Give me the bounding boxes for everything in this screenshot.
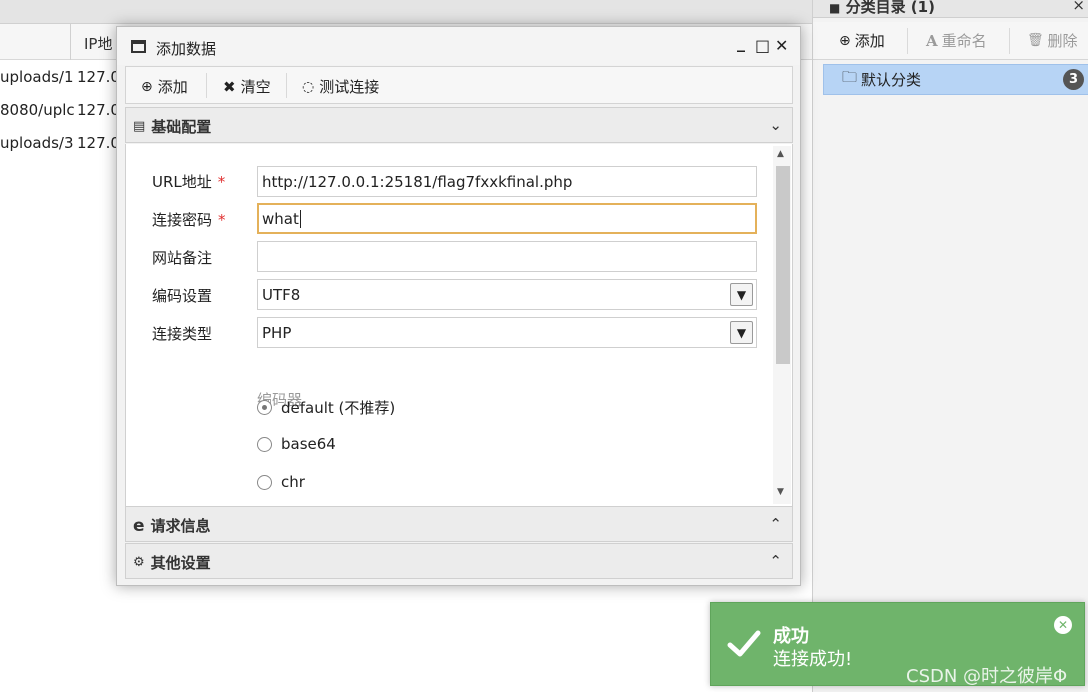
plus-circle-icon: ⊕ [839,32,851,49]
category-label: 默认分类 [861,71,922,89]
category-rename-button[interactable]: A 重命名 [926,30,987,51]
scroll-up-icon[interactable]: ▲ [777,149,784,159]
add-button[interactable]: ⊕ 添加 [141,76,188,97]
folder-icon: ■ [829,1,841,15]
radio-unchecked[interactable] [257,436,272,452]
panel-title: 其他设置 [150,554,211,572]
encoder-option-chr[interactable]: chr [257,473,305,491]
category-add-button[interactable]: ⊕ 添加 [839,30,885,51]
row-ip: 127.0 [77,101,120,119]
row-ip: 127.0 [77,134,120,152]
url-label: URL地址 * [152,173,226,191]
connection-type-label: 连接类型 [152,325,213,343]
checkmark-icon [727,630,761,657]
panel-header-request-info[interactable]: e 请求信息 ⌃ [125,506,793,542]
folder-outline-icon: 🗀 [842,68,858,86]
category-sidebar: ■ 分类目录 (1) × ⊕ 添加 A 重命名 🗑 删除 🗀 默认分类 3 [812,0,1088,692]
toast-close-icon[interactable]: ✕ [1054,616,1072,634]
connection-type-select[interactable]: PHP ▼ [257,317,757,348]
encoding-label: 编码设置 [152,287,213,305]
toast-message: 连接成功! [773,649,853,670]
encoder-option-default[interactable]: default (不推荐) [257,397,395,418]
column-separator[interactable] [70,24,71,60]
form-scrollbar[interactable]: ▲ ▼ [773,146,791,504]
note-label: 网站备注 [152,249,213,267]
file-text-icon: ▤ [133,119,146,134]
chevron-down-icon[interactable]: ▼ [730,283,753,306]
panel-title: 基础配置 [151,118,212,136]
category-delete-button[interactable]: 🗑 删除 [1027,30,1078,51]
chevron-up-icon[interactable]: ⌃ [769,552,782,570]
sidebar-toolbar: ⊕ 添加 A 重命名 🗑 删除 [813,22,1088,60]
sidebar-title-bar: ■ 分类目录 (1) × [813,0,1088,18]
row-ip: 127.0 [77,68,120,86]
radio-unchecked[interactable] [257,474,272,490]
category-count-badge: 3 [1063,69,1084,90]
test-connection-button[interactable]: ◌ 测试连接 [302,76,379,97]
row-url: uploads/1. [0,68,74,86]
basic-config-form: URL地址 * http://127.0.0.1:25181/flag7fxxkf… [125,144,793,506]
spinner-icon: ◌ [302,78,315,95]
close-button[interactable]: ✕ [775,36,788,55]
times-icon: ✖ [223,77,236,96]
dialog-title-bar[interactable]: 添加数据 _ □ ✕ [117,27,800,65]
dialog-title: 添加数据 [156,40,217,58]
panel-header-other-settings[interactable]: ⚙ 其他设置 ⌃ [125,543,793,579]
window-icon [131,40,146,53]
encoding-select[interactable]: UTF8 ▼ [257,279,757,310]
font-icon: A [926,31,938,50]
chevron-down-icon[interactable]: ⌄ [769,116,782,134]
toolbar-divider [907,28,908,54]
background-top-strip [0,0,812,24]
password-input[interactable]: what [257,203,757,234]
watermark: CSDN @时之彼岸Φ [906,666,1068,687]
chevron-down-icon[interactable]: ▼ [730,321,753,344]
toolbar-divider [206,73,207,98]
sidebar-title: ■ 分类目录 (1) [829,0,935,16]
cogs-icon: ⚙ [133,555,145,570]
plus-circle-icon: ⊕ [141,78,153,95]
add-data-dialog: 添加数据 _ □ ✕ ⊕ 添加 ✖ 清空 ◌ 测试连接 ▤ 基础配置 ⌄ URL… [116,26,801,586]
minimize-button[interactable]: _ [737,33,745,52]
toolbar-divider [286,73,287,98]
browser-e-icon: e [133,515,145,536]
sidebar-close-button[interactable]: × [1072,0,1085,14]
category-item-default[interactable]: 🗀 默认分类 3 [823,64,1088,95]
url-input[interactable]: http://127.0.0.1:25181/flag7fxxkfinal.ph… [257,166,757,197]
row-url: 8080/uplc [0,101,74,119]
password-label: 连接密码 * [152,211,226,229]
column-header-ip[interactable]: IP地 [84,33,112,54]
encoder-option-base64[interactable]: base64 [257,435,336,453]
maximize-button[interactable]: □ [755,36,770,55]
dialog-toolbar: ⊕ 添加 ✖ 清空 ◌ 测试连接 [125,66,793,104]
clear-button[interactable]: ✖ 清空 [223,76,271,97]
row-url: uploads/3. [0,134,74,152]
scroll-down-icon[interactable]: ▼ [777,487,784,497]
note-input[interactable] [257,241,757,272]
panel-title: 请求信息 [150,517,211,535]
radio-checked[interactable] [257,400,272,415]
scrollbar-thumb[interactable] [776,166,790,364]
chevron-up-icon[interactable]: ⌃ [769,515,782,533]
trash-icon: 🗑 [1027,33,1044,48]
toolbar-divider [1009,28,1010,54]
panel-header-basic-config[interactable]: ▤ 基础配置 ⌄ [125,107,793,143]
